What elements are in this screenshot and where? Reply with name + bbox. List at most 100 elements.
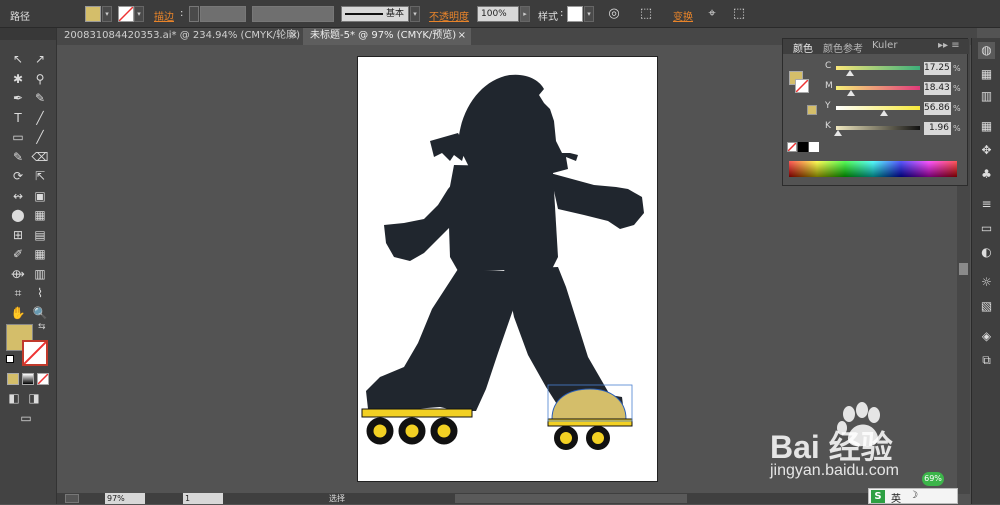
options-icon[interactable]: ⬚	[730, 5, 748, 23]
ime-toolbar[interactable]: S 英 ☽	[868, 488, 958, 505]
tab-kuler[interactable]: Kuler	[872, 40, 897, 51]
color-mode-icon[interactable]	[7, 373, 19, 385]
stroke-weight-field[interactable]	[200, 6, 246, 22]
tool-icon[interactable]: ▣	[30, 187, 50, 205]
stroke-label[interactable]: 描边	[154, 8, 174, 23]
swatches-icon[interactable]: ▦	[978, 118, 995, 135]
tool-icon[interactable]: ⬤	[8, 206, 28, 224]
channel-value-field[interactable]: 1.96	[924, 122, 951, 135]
variable-width-field[interactable]	[252, 6, 334, 22]
scroll-thumb[interactable]	[959, 263, 968, 275]
stroke-profile-select[interactable]: 基本	[341, 6, 409, 22]
panel-stroke-swatch[interactable]	[795, 79, 809, 93]
brushes-icon[interactable]: ✥	[978, 142, 995, 159]
slider-knob[interactable]	[846, 70, 855, 76]
tool-icon[interactable]: ▥	[30, 265, 50, 283]
style-swatch[interactable]	[567, 6, 583, 22]
slider-knob[interactable]	[833, 130, 842, 136]
tool-icon[interactable]: ⟴	[8, 265, 28, 283]
draw-behind-icon[interactable]: ◨	[24, 389, 44, 407]
stroke-swatch[interactable]	[118, 6, 134, 22]
tab-color[interactable]: 颜色	[793, 40, 813, 55]
tool-icon[interactable]: ╱	[30, 109, 50, 127]
black-color-chip[interactable]	[798, 142, 808, 152]
ime-language-label[interactable]: 英	[891, 490, 901, 505]
symbols-icon[interactable]: ♣	[978, 166, 995, 183]
artboards-icon[interactable]: ⧉	[978, 352, 995, 369]
tool-icon[interactable]: ▦	[30, 245, 50, 263]
tab-document-1[interactable]: 200831084420353.ai* @ 234.94% (CMYK/轮廓) …	[57, 28, 303, 45]
transparency-icon[interactable]: ◐	[978, 244, 995, 261]
tool-icon[interactable]: ⌫	[30, 148, 50, 166]
tool-icon[interactable]: ⌇	[30, 284, 50, 302]
tab-document-2[interactable]: 未标题-5* @ 97% (CMYK/预览) ×	[303, 28, 471, 45]
tool-icon[interactable]: ↗	[30, 50, 50, 68]
zoom-preset-icon[interactable]	[65, 494, 79, 503]
stroke-color-box[interactable]	[22, 340, 48, 366]
tool-icon[interactable]: ✐	[8, 245, 28, 263]
tool-icon[interactable]: ⊞	[8, 226, 28, 244]
appearance-icon[interactable]: ☼	[978, 274, 995, 291]
stroke-icon[interactable]: ≡	[978, 196, 995, 213]
slider-knob[interactable]	[879, 110, 888, 116]
tool-icon[interactable]: ⌗	[8, 284, 28, 302]
last-color-swatch[interactable]	[807, 105, 817, 115]
tool-icon[interactable]: ▤	[30, 226, 50, 244]
color-guide-icon[interactable]: ▦	[978, 66, 995, 83]
channel-value-field[interactable]: 17.25	[924, 62, 951, 75]
network-badge[interactable]: 69%	[922, 472, 944, 486]
tool-icon[interactable]: ↖	[8, 50, 28, 68]
fill-swatch[interactable]	[85, 6, 101, 22]
gradient-icon[interactable]: ▭	[978, 220, 995, 237]
tool-icon[interactable]: ⇱	[30, 167, 50, 185]
tool-icon[interactable]: ✒	[8, 89, 28, 107]
tool-icon[interactable]: 🔍	[30, 304, 50, 322]
close-icon[interactable]: ×	[290, 28, 298, 44]
tool-icon[interactable]: ╱	[30, 128, 50, 146]
opacity-dropdown[interactable]: ▸	[520, 6, 530, 22]
page-field[interactable]: 1	[183, 493, 223, 504]
swap-icon[interactable]: ⇆	[38, 322, 46, 332]
white-color-chip[interactable]	[809, 142, 819, 152]
horizontal-scrollbar[interactable]	[455, 494, 687, 503]
default-colors-icon[interactable]	[6, 355, 14, 363]
zoom-field[interactable]: 97%	[105, 493, 145, 504]
tool-icon[interactable]: ▭	[8, 128, 28, 146]
artboard[interactable]	[357, 56, 658, 482]
channel-slider[interactable]	[836, 106, 920, 110]
align-icon[interactable]: ⬚	[637, 5, 655, 23]
gradient-mode-icon[interactable]	[22, 373, 34, 385]
tool-icon[interactable]: T	[8, 109, 28, 127]
ime-moon-icon[interactable]: ☽	[909, 490, 918, 501]
kuler-icon[interactable]: ▥	[978, 88, 995, 105]
slider-knob[interactable]	[847, 90, 856, 96]
isolate-icon[interactable]: ⌖	[703, 5, 721, 23]
channel-value-field[interactable]: 18.43	[924, 82, 951, 95]
tab-color-guide[interactable]: 颜色参考	[823, 40, 863, 55]
stroke-profile-dropdown[interactable]: ▾	[410, 6, 420, 22]
fill-dropdown[interactable]: ▾	[102, 6, 112, 22]
tool-icon[interactable]: ✎	[30, 89, 50, 107]
panel-menu-icon[interactable]: ▸▸ ≡	[938, 40, 960, 51]
channel-value-field[interactable]: 56.86	[924, 102, 951, 115]
tool-icon[interactable]: ✎	[8, 148, 28, 166]
stroke-weight-stepper[interactable]	[189, 6, 199, 22]
none-mode-icon[interactable]	[37, 373, 49, 385]
tool-icon[interactable]: ✱	[8, 70, 28, 88]
recolor-icon[interactable]: ◎	[605, 5, 623, 23]
screen-mode-icon[interactable]: ▭	[16, 409, 36, 427]
style-dropdown[interactable]: ▾	[584, 6, 594, 22]
color-panel-icon[interactable]: ◍	[978, 42, 995, 59]
transform-label[interactable]: 变换	[673, 8, 693, 23]
graphic-styles-icon[interactable]: ▧	[978, 298, 995, 315]
draw-normal-icon[interactable]: ◧	[4, 389, 24, 407]
opacity-field[interactable]: 100%	[477, 6, 519, 22]
tool-icon[interactable]: ⚲	[30, 70, 50, 88]
stroke-dropdown[interactable]: ▾	[134, 6, 144, 22]
tool-icon[interactable]: ⟳	[8, 167, 28, 185]
tool-icon[interactable]: ✋	[8, 304, 28, 322]
opacity-label[interactable]: 不透明度	[429, 8, 469, 23]
close-icon[interactable]: ×	[458, 28, 466, 44]
none-color-chip[interactable]	[787, 142, 797, 152]
color-spectrum[interactable]	[789, 161, 957, 177]
